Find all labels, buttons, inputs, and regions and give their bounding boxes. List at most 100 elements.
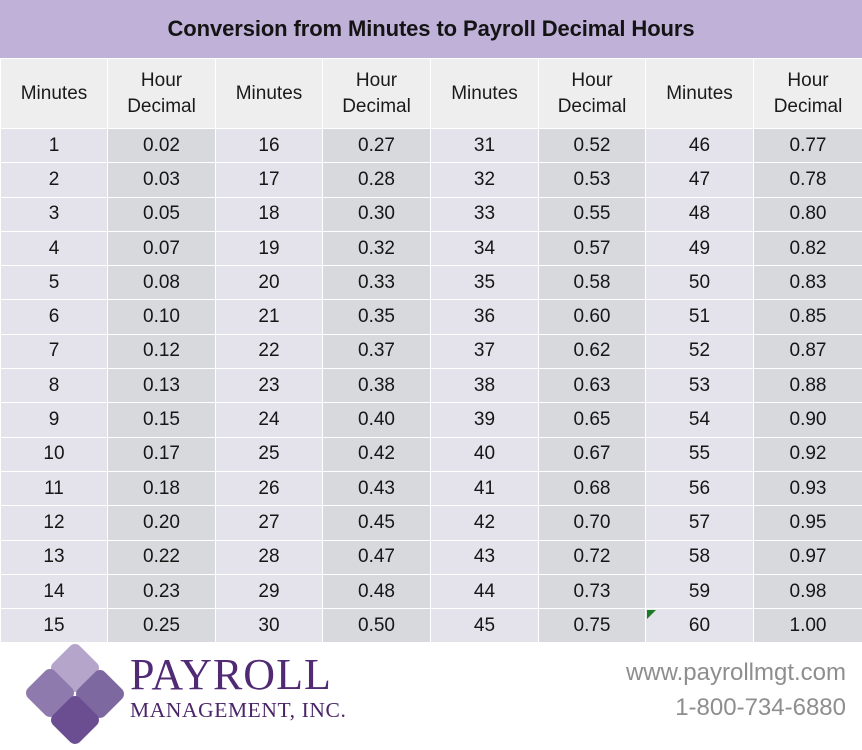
hour-decimal-cell: 0.27 — [322, 127, 431, 164]
hour-decimal-cell: 0.72 — [538, 539, 646, 575]
hour-decimal-cell: 0.48 — [322, 573, 431, 610]
minutes-cell: 37 — [430, 333, 539, 370]
hour-decimal-cell: 0.05 — [107, 196, 216, 232]
hour-decimal-cell: 0.35 — [322, 299, 431, 335]
minutes-cell: 33 — [430, 196, 539, 232]
hour-decimal-cell: 0.40 — [322, 402, 431, 438]
column-header-line: Decimal — [557, 95, 627, 117]
website-link[interactable]: www.payrollmgt.com — [626, 656, 846, 691]
minutes-cell: 16 — [215, 127, 323, 164]
table-row: 9 0.15 24 0.40 39 0.65 54 0.90 — [0, 402, 862, 438]
minutes-cell: 7 — [0, 333, 108, 370]
minutes-cell: 24 — [215, 402, 323, 438]
hour-decimal-cell: 0.55 — [538, 196, 646, 232]
column-header-4: Minutes — [430, 58, 539, 129]
minutes-cell: 36 — [430, 299, 539, 335]
column-header-line: Minutes — [451, 82, 518, 104]
minutes-cell: 57 — [645, 505, 754, 541]
table-row: 5 0.08 20 0.33 35 0.58 50 0.83 — [0, 265, 862, 301]
hour-decimal-cell: 0.62 — [538, 333, 646, 370]
minutes-cell: 60 — [645, 608, 754, 644]
hour-decimal-cell: 0.17 — [107, 436, 216, 472]
table-row: 14 0.23 29 0.48 44 0.73 59 0.98 — [0, 573, 862, 610]
header-row: Minutes Hour Decimal Minutes Hour Decimal Minu… — [0, 58, 862, 129]
minutes-cell: 43 — [430, 539, 539, 575]
column-header-2: Minutes — [215, 58, 323, 129]
table-row: 11 0.18 26 0.43 41 0.68 56 0.93 — [0, 470, 862, 507]
hour-decimal-cell: 0.33 — [322, 265, 431, 301]
hour-decimal-cell: 0.45 — [322, 505, 431, 541]
phone-number[interactable]: 1-800-734-6880 — [626, 691, 846, 726]
hour-decimal-cell: 0.38 — [322, 368, 431, 404]
minutes-cell: 6 — [0, 299, 108, 335]
hour-decimal-cell: 0.20 — [107, 505, 216, 541]
minutes-cell: 55 — [645, 436, 754, 472]
conversion-table-container: Minutes Hour Decimal Minutes Hour Decimal Minu… — [0, 58, 862, 644]
hour-decimal-cell: 0.70 — [538, 505, 646, 541]
logo-name-main: PAYROLL — [130, 650, 332, 699]
hour-decimal-cell: 0.15 — [107, 402, 216, 438]
hour-decimal-cell: 0.60 — [538, 299, 646, 335]
minutes-cell: 20 — [215, 265, 323, 301]
hour-decimal-cell: 0.57 — [538, 230, 646, 267]
hour-decimal-cell: 0.07 — [107, 230, 216, 267]
minutes-cell: 42 — [430, 505, 539, 541]
page-root: Conversion from Minutes to Payroll Decim… — [0, 0, 862, 750]
hour-decimal-cell: 0.65 — [538, 402, 646, 438]
conversion-table: Minutes Hour Decimal Minutes Hour Decimal Minu… — [0, 58, 862, 644]
minutes-cell: 4 — [0, 230, 108, 267]
hour-decimal-cell: 0.95 — [753, 505, 862, 541]
hour-decimal-cell: 0.92 — [753, 436, 862, 472]
hour-decimal-cell: 0.23 — [107, 573, 216, 610]
hour-decimal-cell: 0.42 — [322, 436, 431, 472]
column-header-line: Decimal — [127, 95, 196, 117]
column-header-6: Minutes — [645, 58, 754, 129]
minutes-cell: 31 — [430, 127, 539, 164]
hour-decimal-cell: 0.87 — [753, 333, 862, 370]
minutes-cell: 21 — [215, 299, 323, 335]
minutes-cell: 10 — [0, 436, 108, 472]
column-header-line: Decimal — [342, 95, 411, 117]
minutes-cell: 27 — [215, 505, 323, 541]
minutes-cell: 8 — [0, 368, 108, 404]
hour-decimal-cell: 0.52 — [538, 127, 646, 164]
hour-decimal-cell: 0.37 — [322, 333, 431, 370]
minutes-cell: 9 — [0, 402, 108, 438]
minutes-cell: 19 — [215, 230, 323, 267]
minutes-cell: 17 — [215, 162, 323, 198]
hour-decimal-cell: 0.80 — [753, 196, 862, 232]
table-row: 3 0.05 18 0.30 33 0.55 48 0.80 — [0, 196, 862, 232]
hour-decimal-cell: 0.90 — [753, 402, 862, 438]
hour-decimal-cell: 0.83 — [753, 265, 862, 301]
minutes-cell: 35 — [430, 265, 539, 301]
hour-decimal-cell: 0.13 — [107, 368, 216, 404]
table-row: 15 0.25 30 0.50 45 0.75 60 1.00 — [0, 608, 862, 644]
table-row: 10 0.17 25 0.42 40 0.67 55 0.92 — [0, 436, 862, 472]
logo-diamonds-icon — [23, 641, 127, 747]
hour-decimal-cell: 0.93 — [753, 470, 862, 507]
hour-decimal-cell: 0.30 — [322, 196, 431, 232]
minutes-cell: 46 — [645, 127, 754, 164]
column-header-line: Hour — [355, 69, 398, 91]
hour-decimal-cell: 0.03 — [107, 162, 216, 198]
title-banner: Conversion from Minutes to Payroll Decim… — [0, 0, 862, 58]
minutes-cell: 52 — [645, 333, 754, 370]
table-row: 2 0.03 17 0.28 32 0.53 47 0.78 — [0, 162, 862, 198]
minutes-cell: 39 — [430, 402, 539, 438]
column-header-line: Hour — [571, 69, 613, 91]
minutes-cell: 48 — [645, 196, 754, 232]
minutes-cell: 29 — [215, 573, 323, 610]
column-header-1: Hour Decimal — [107, 58, 216, 129]
minutes-cell: 56 — [645, 470, 754, 507]
logo-name-sub: MANAGEMENT, INC. — [130, 698, 347, 723]
hour-decimal-cell: 0.58 — [538, 265, 646, 301]
table-row: 13 0.22 28 0.47 43 0.72 58 0.97 — [0, 539, 862, 575]
column-header-line: Hour — [787, 69, 829, 91]
minutes-cell: 49 — [645, 230, 754, 267]
hour-decimal-cell: 0.68 — [538, 470, 646, 507]
minutes-cell: 50 — [645, 265, 754, 301]
minutes-cell: 59 — [645, 573, 754, 610]
hour-decimal-cell: 0.10 — [107, 299, 216, 335]
minutes-cell: 58 — [645, 539, 754, 575]
hour-decimal-cell: 1.00 — [753, 608, 862, 644]
